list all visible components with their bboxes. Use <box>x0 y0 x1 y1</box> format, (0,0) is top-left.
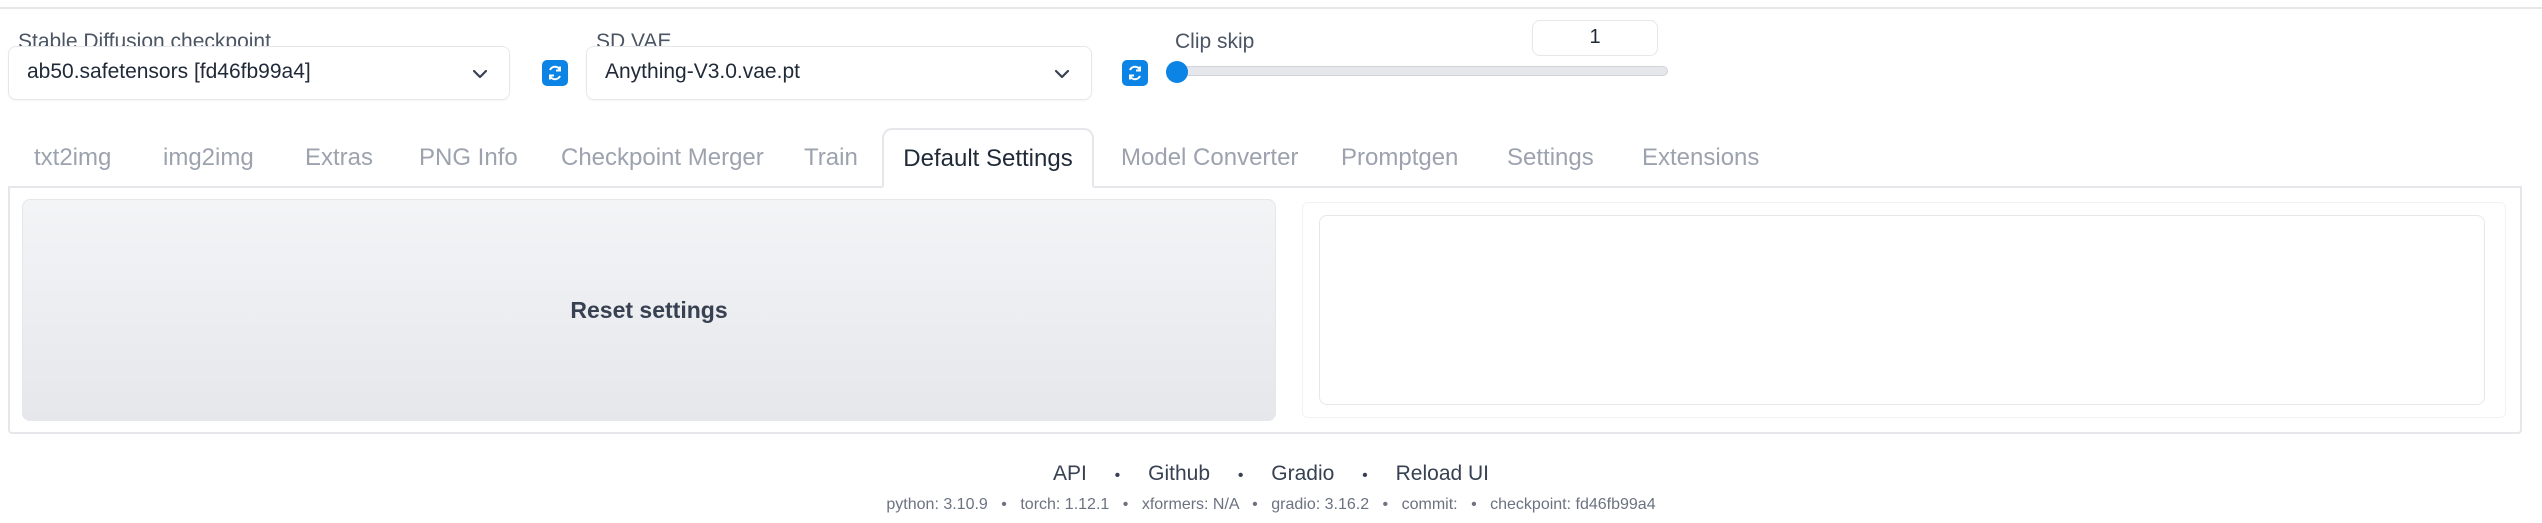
footer-link-reload-ui[interactable]: Reload UI <box>1396 462 1489 486</box>
footer-link-github[interactable]: Github <box>1148 462 1210 486</box>
tab-checkpoint-merger[interactable]: Checkpoint Merger <box>561 128 764 188</box>
refresh-checkpoint-button[interactable] <box>542 60 568 86</box>
refresh-icon <box>1129 65 1141 81</box>
clip-skip-number-input[interactable]: 1 <box>1532 20 1658 56</box>
footer-separator: • <box>1252 496 1258 513</box>
tab-img2img[interactable]: img2img <box>163 128 254 188</box>
tab-default-settings[interactable]: Default Settings <box>882 128 1094 188</box>
tab-txt2img[interactable]: txt2img <box>34 128 111 188</box>
tab-png-info[interactable]: PNG Info <box>419 128 518 188</box>
footer-links: API • Github • Gradio • Reload UI <box>0 462 2542 486</box>
clip-skip-slider[interactable] <box>1170 66 1668 76</box>
torch-version: torch: 1.12.1 <box>1020 496 1110 513</box>
python-version: python: 3.10.9 <box>886 496 988 513</box>
footer-separator: • <box>1114 467 1121 484</box>
tab-promptgen[interactable]: Promptgen <box>1341 128 1458 188</box>
tab-train[interactable]: Train <box>804 128 858 188</box>
clip-skip-label: Clip skip <box>1175 30 1255 53</box>
footer-link-gradio[interactable]: Gradio <box>1271 462 1334 486</box>
footer-separator: • <box>1122 496 1129 513</box>
vae-value: Anything-V3.0.vae.pt <box>605 60 800 83</box>
footer-version-info: python: 3.10.9 • torch: 1.12.1 • xformer… <box>0 496 2542 514</box>
footer-link-api[interactable]: API <box>1053 462 1087 486</box>
checkpoint-dropdown[interactable]: ab50.safetensors [fd46fb99a4] <box>8 46 510 100</box>
checkpoint-info: checkpoint: fd46fb99a4 <box>1490 496 1656 513</box>
clip-skip-slider-thumb[interactable] <box>1166 61 1188 83</box>
footer-separator: • <box>1382 496 1389 513</box>
top-divider <box>0 7 2542 9</box>
refresh-icon <box>549 65 561 81</box>
chevron-down-icon <box>1054 69 1070 79</box>
tab-extensions[interactable]: Extensions <box>1642 128 1759 188</box>
gradio-version: gradio: 3.16.2 <box>1271 496 1370 513</box>
footer-separator: • <box>1001 496 1007 513</box>
commit-info: commit: <box>1401 496 1458 513</box>
reset-settings-button[interactable]: Reset settings <box>22 199 1276 421</box>
footer-separator: • <box>1237 467 1244 484</box>
vae-dropdown[interactable]: Anything-V3.0.vae.pt <box>586 46 1092 100</box>
refresh-vae-button[interactable] <box>1122 60 1148 86</box>
footer-separator: • <box>1471 496 1477 513</box>
output-box <box>1319 215 2485 405</box>
footer-separator: • <box>1362 467 1368 484</box>
tab-model-converter[interactable]: Model Converter <box>1121 128 1298 188</box>
xformers-version: xformers: N/A <box>1141 496 1239 513</box>
tab-extras[interactable]: Extras <box>305 128 373 188</box>
checkpoint-value: ab50.safetensors [fd46fb99a4] <box>27 60 311 83</box>
tab-settings[interactable]: Settings <box>1507 128 1594 188</box>
chevron-down-icon <box>472 69 488 79</box>
